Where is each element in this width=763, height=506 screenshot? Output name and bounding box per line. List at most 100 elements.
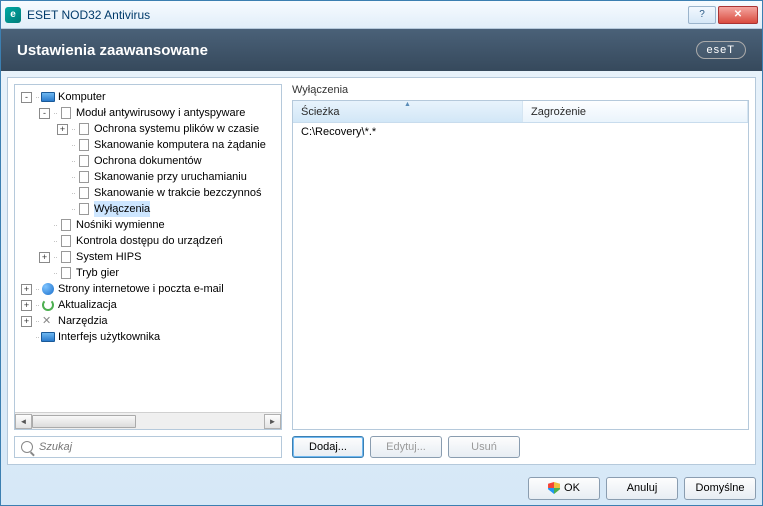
tree-item-label: Aktualizacja [58, 297, 117, 313]
tree-connector: ·· [71, 153, 75, 169]
table-body[interactable]: C:\Recovery\*.* [293, 123, 748, 429]
titlebar: e ESET NOD32 Antivirus ? ✕ [1, 1, 762, 29]
tools-icon [41, 315, 55, 327]
tree-item-label: Strony internetowe i poczta e-mail [58, 281, 224, 297]
column-threat-label: Zagrożenie [531, 106, 586, 118]
expand-icon[interactable]: + [57, 124, 68, 135]
cancel-button[interactable]: Anuluj [606, 477, 678, 500]
ok-label: OK [564, 482, 580, 494]
tree-connector: ·· [53, 249, 57, 265]
doc-icon [77, 155, 91, 167]
tree-connector: ·· [71, 169, 75, 185]
edit-button[interactable]: Edytuj... [370, 436, 442, 458]
horizontal-scrollbar[interactable]: ◄ ► [15, 412, 281, 429]
tree-connector: ·· [53, 265, 57, 281]
delete-button[interactable]: Usuń [448, 436, 520, 458]
expand-icon[interactable]: + [39, 252, 50, 263]
tree-item[interactable]: ··Kontrola dostępu do urządzeń [17, 233, 279, 249]
tree-item-label: Moduł antywirusowy i antyspyware [76, 105, 245, 121]
tree-item[interactable]: +·· Ochrona systemu plików w czasie [17, 121, 279, 137]
tree-item-label: Ochrona systemu plików w czasie [94, 121, 259, 137]
ok-button[interactable]: OK [528, 477, 600, 500]
toggle-placeholder [57, 172, 68, 183]
tree-item[interactable]: ·· Tryb gier [17, 265, 279, 281]
add-button[interactable]: Dodaj... [292, 436, 364, 458]
tree-item[interactable]: ··Nośniki wymienne [17, 217, 279, 233]
tree-item[interactable]: ·· Skanowanie komputera na żądanie [17, 137, 279, 153]
collapse-icon[interactable]: - [21, 92, 32, 103]
tree-item[interactable]: ·· Wyłączenia [17, 201, 279, 217]
search-icon [21, 441, 33, 453]
tree-item[interactable]: ··Skanowanie przy uruchamianiu [17, 169, 279, 185]
doc-icon [77, 187, 91, 199]
column-threat[interactable]: Zagrożenie [523, 101, 748, 122]
footer: OK Anuluj Domyślne [1, 471, 762, 505]
expand-icon[interactable]: + [21, 284, 32, 295]
page-title: Ustawienia zaawansowane [17, 42, 208, 59]
sort-indicator-icon: ▲ [404, 101, 411, 108]
doc-icon [59, 251, 73, 263]
tree-item[interactable]: ·· Interfejs użytkownika [17, 329, 279, 345]
tree-item[interactable]: +··Narzędzia [17, 313, 279, 329]
default-button[interactable]: Domyślne [684, 477, 756, 500]
tree-item-label: Wyłączenia [94, 201, 150, 217]
monitor-icon [41, 91, 55, 103]
tree-view[interactable]: -··Komputer-··Moduł antywirusowy i antys… [14, 84, 282, 430]
tree-item-label: Ochrona dokumentów [94, 153, 202, 169]
content: -··Komputer-··Moduł antywirusowy i antys… [7, 77, 756, 465]
doc-icon [77, 171, 91, 183]
header: Ustawienia zaawansowane eseT [1, 29, 762, 71]
tree-connector: ·· [35, 281, 39, 297]
right-pane: Wyłączenia ▲ Ścieżka Zagrożenie C:\Recov… [292, 84, 749, 458]
scroll-left-arrow[interactable]: ◄ [15, 414, 32, 429]
tree-item[interactable]: -·· Komputer [17, 89, 279, 105]
tree-item-label: Komputer [58, 89, 106, 105]
app-icon: e [5, 7, 21, 23]
table-row[interactable]: C:\Recovery\*.* [293, 123, 748, 141]
tree-connector: ·· [71, 121, 75, 137]
doc-icon [59, 107, 73, 119]
window-title: ESET NOD32 Antivirus [27, 8, 688, 22]
tree-item-label: Nośniki wymienne [76, 217, 165, 233]
doc-icon [59, 267, 73, 279]
tree-item[interactable]: +·· Strony internetowe i poczta e-mail [17, 281, 279, 297]
tree-connector: ·· [53, 233, 57, 249]
doc-icon [77, 139, 91, 151]
tree-connector: ·· [35, 329, 39, 345]
tree-item-label: Skanowanie komputera na żądanie [94, 137, 266, 153]
close-button[interactable]: ✕ [718, 6, 758, 24]
tree-connector: ·· [71, 201, 75, 217]
tree-item-label: Skanowanie w trakcie bezczynnoś [94, 185, 262, 201]
toggle-placeholder [39, 236, 50, 247]
window: e ESET NOD32 Antivirus ? ✕ Ustawienia za… [0, 0, 763, 506]
search-box[interactable] [14, 436, 282, 458]
collapse-icon[interactable]: - [39, 108, 50, 119]
tree-item[interactable]: ·· Ochrona dokumentów [17, 153, 279, 169]
tree-item[interactable]: +·· Aktualizacja [17, 297, 279, 313]
action-row: Dodaj... Edytuj... Usuń [292, 436, 749, 458]
tree-item-label: Tryb gier [76, 265, 119, 281]
tree-connector: ·· [35, 313, 39, 329]
column-path[interactable]: ▲ Ścieżka [293, 101, 523, 122]
scroll-track[interactable] [32, 414, 264, 429]
scroll-right-arrow[interactable]: ► [264, 414, 281, 429]
tree-connector: ·· [71, 137, 75, 153]
tree-connector: ·· [53, 105, 57, 121]
doc-icon [59, 219, 73, 231]
tree-connector: ·· [35, 89, 39, 105]
toggle-placeholder [57, 140, 68, 151]
help-button[interactable]: ? [688, 6, 716, 24]
tree-connector: ·· [35, 297, 39, 313]
tree-item-label: Interfejs użytkownika [58, 329, 160, 345]
search-input[interactable] [39, 441, 275, 453]
expand-icon[interactable]: + [21, 300, 32, 311]
tree-item[interactable]: +··System HIPS [17, 249, 279, 265]
expand-icon[interactable]: + [21, 316, 32, 327]
shield-icon [548, 482, 560, 494]
toggle-placeholder [39, 220, 50, 231]
tree-item[interactable]: ··Skanowanie w trakcie bezczynnoś [17, 185, 279, 201]
scroll-thumb[interactable] [32, 415, 136, 428]
table-header: ▲ Ścieżka Zagrożenie [293, 101, 748, 123]
refresh-icon [41, 299, 55, 311]
tree-item[interactable]: -·· Moduł antywirusowy i antyspyware [17, 105, 279, 121]
